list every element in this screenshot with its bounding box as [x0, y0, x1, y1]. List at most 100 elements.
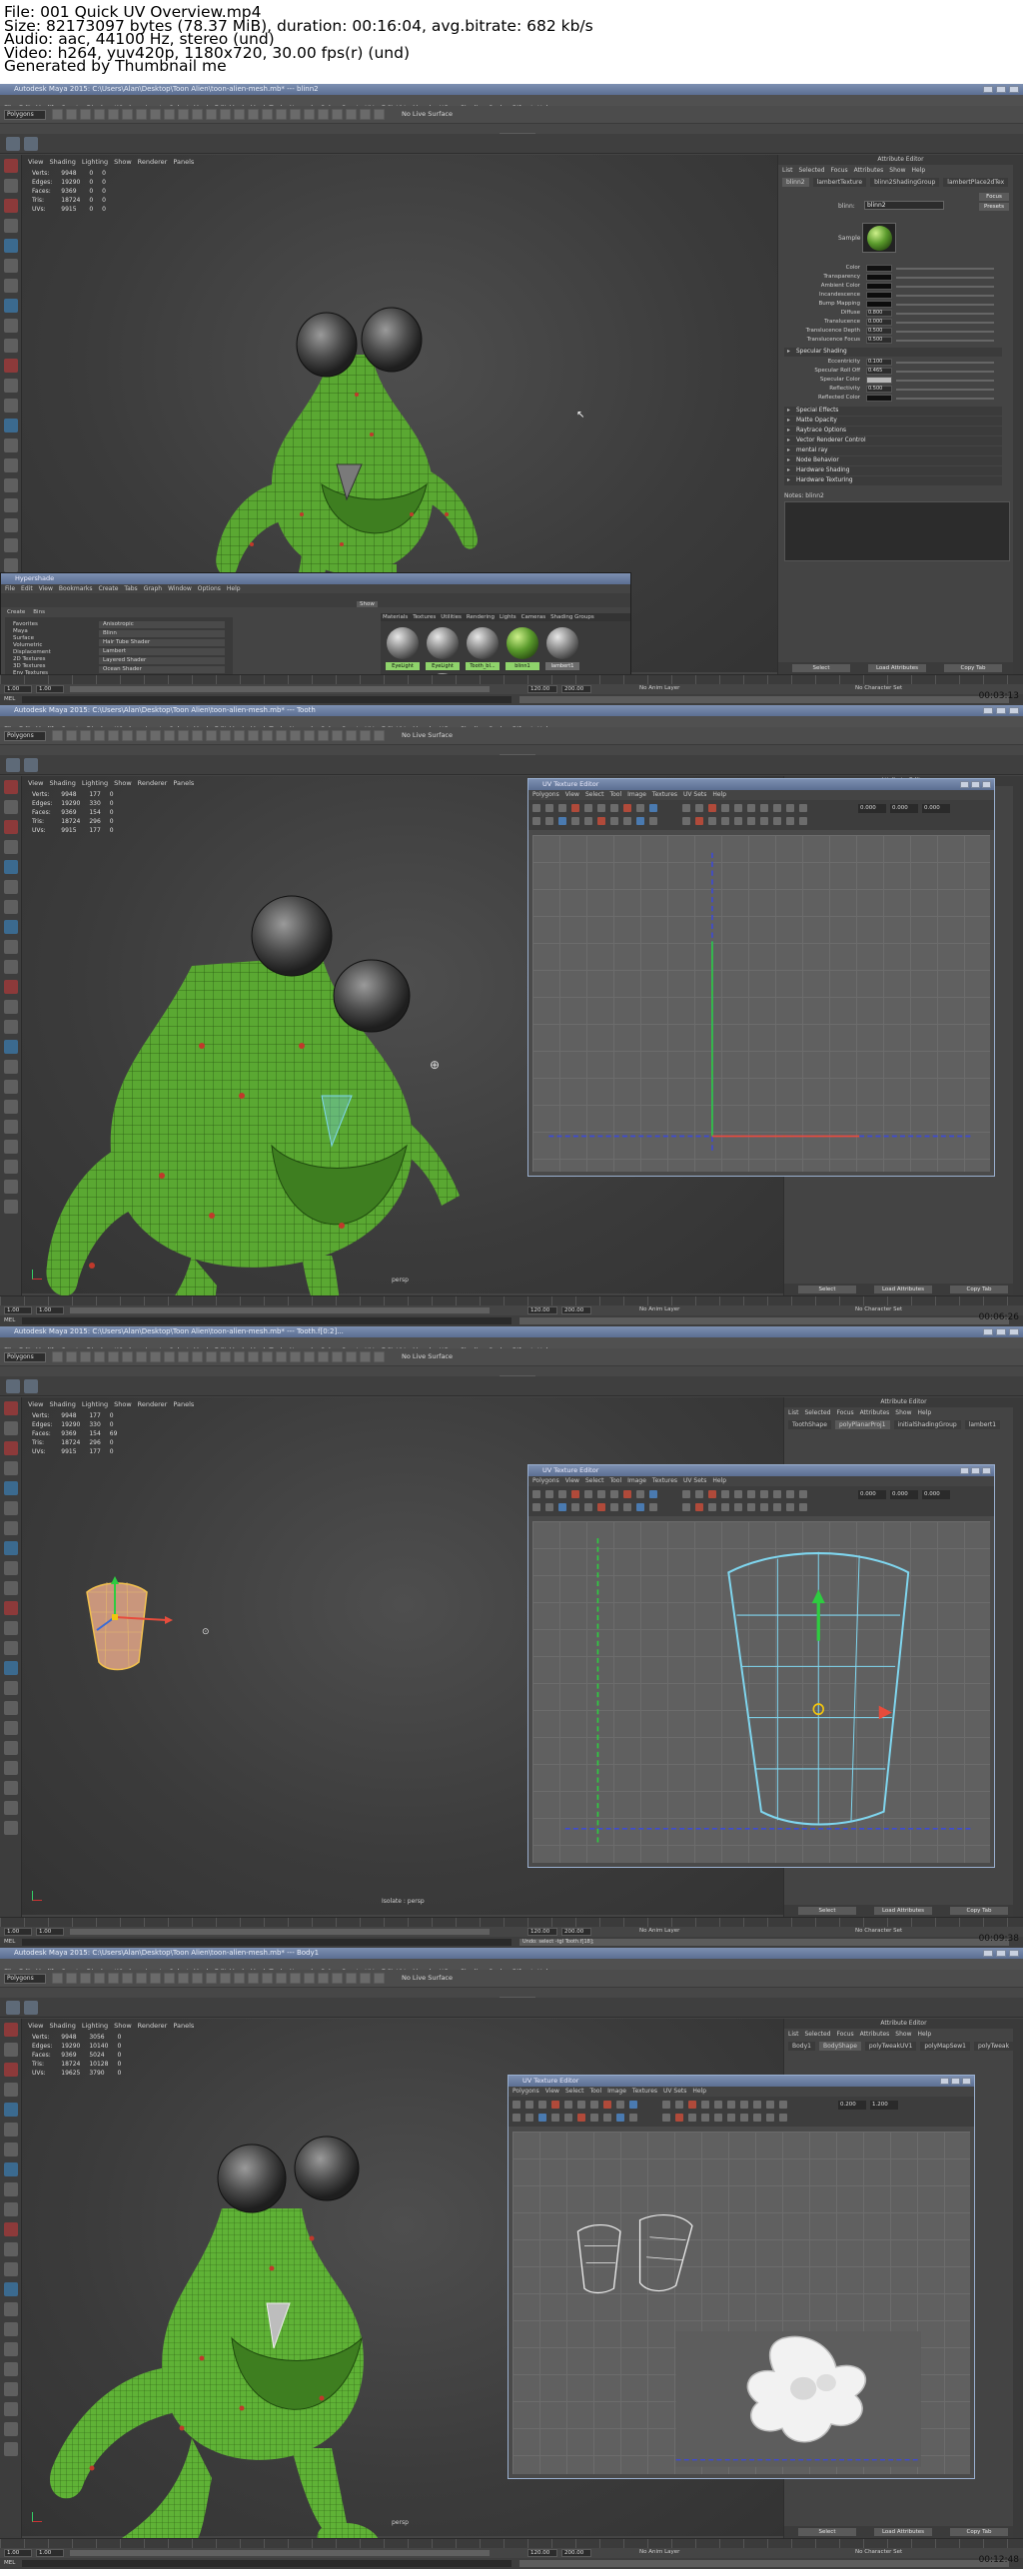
attr-btn-load-attributes[interactable]: Load Attributes	[874, 2528, 932, 2536]
tool-button[interactable]	[4, 1801, 18, 1815]
uv-tool-icon[interactable]	[688, 2101, 696, 2109]
tool-icon[interactable]	[374, 730, 385, 741]
attr-tab[interactable]: polyTweakUV1	[864, 2042, 917, 2051]
uv-tool-icon[interactable]	[603, 2101, 611, 2109]
char-set-label[interactable]: No Character Set	[855, 685, 902, 691]
range-start-field[interactable]: 1.00	[4, 1306, 32, 1314]
uv-menu-view[interactable]: View	[565, 791, 579, 798]
hs-material-tab[interactable]: Shading Groups	[550, 614, 594, 620]
tool-icon[interactable]	[234, 730, 245, 741]
hs-menu[interactable]: Edit	[21, 585, 33, 592]
tool-icon[interactable]	[192, 730, 203, 741]
uv-value-field[interactable]: 0.000	[890, 804, 918, 813]
uv-menu-help[interactable]: Help	[712, 791, 726, 798]
attr-value[interactable]	[866, 301, 892, 308]
tool-icon[interactable]	[108, 1973, 119, 1984]
close-button[interactable]	[1009, 1950, 1019, 1957]
tool-button[interactable]	[4, 2202, 18, 2216]
viewport-menu-shading[interactable]: Shading	[49, 2022, 75, 2030]
uv-tool-icon[interactable]	[571, 804, 579, 812]
tool-button[interactable]	[4, 179, 18, 193]
uv-menu-polygons[interactable]: Polygons	[512, 2088, 539, 2095]
tool-icon[interactable]	[52, 730, 63, 741]
hs-material-tab[interactable]: Rendering	[467, 614, 495, 620]
attr-value[interactable]: 0.500	[866, 328, 892, 335]
attr-section[interactable]: Node Behavior	[784, 456, 1002, 465]
attr-menu-attributes[interactable]: Attributes	[860, 1409, 890, 1416]
uv-menu-textures[interactable]: Textures	[632, 2088, 657, 2095]
tool-icon[interactable]	[220, 1351, 231, 1362]
tool-button[interactable]	[4, 840, 18, 854]
uv-tool-icon[interactable]	[688, 2114, 696, 2122]
uv-menu-help[interactable]: Help	[692, 2088, 706, 2095]
shelf-icon[interactable]	[6, 137, 20, 151]
uv-tool-icon[interactable]	[727, 2114, 735, 2122]
tool-icon[interactable]	[318, 109, 329, 120]
attr-slider[interactable]	[896, 295, 994, 297]
uv-tool-icon[interactable]	[558, 1503, 566, 1511]
uv-tool-icon[interactable]	[779, 2114, 787, 2122]
tool-button[interactable]	[4, 1140, 18, 1154]
tool-icon[interactable]	[262, 1973, 273, 1984]
uv-tool-icon[interactable]	[551, 2101, 559, 2109]
tool-icon[interactable]	[290, 109, 301, 120]
range-bar[interactable]	[70, 1929, 490, 1935]
uv-tool-icon[interactable]	[538, 2101, 546, 2109]
tool-icon[interactable]	[192, 109, 203, 120]
uv-value-field[interactable]: 0.200	[838, 2101, 866, 2110]
tool-button[interactable]	[4, 1601, 18, 1615]
tool-icon[interactable]	[374, 109, 385, 120]
alien-model[interactable]	[42, 2109, 442, 2569]
tool-icon[interactable]	[360, 1973, 371, 1984]
close-button[interactable]	[1009, 1328, 1019, 1335]
range-bar[interactable]	[70, 2550, 490, 2556]
uv-menu-textures[interactable]: Textures	[652, 1477, 677, 1484]
tool-icon[interactable]	[332, 730, 343, 741]
tool-icon[interactable]	[150, 1973, 161, 1984]
uv-tool-icon[interactable]	[597, 1490, 605, 1498]
uv-grid[interactable]	[512, 2132, 970, 2474]
tool-button[interactable]	[4, 478, 18, 492]
tool-icon[interactable]	[192, 1973, 203, 1984]
hs-material-tab[interactable]: Lights	[500, 614, 516, 620]
tool-button[interactable]	[4, 960, 18, 974]
hs-tree-item[interactable]: Maya	[9, 628, 85, 635]
tool-icon[interactable]	[178, 109, 189, 120]
tool-button[interactable]	[4, 1421, 18, 1435]
hs-menu[interactable]: Help	[227, 585, 241, 592]
hs-tree-item[interactable]: 2D Textures	[9, 656, 85, 663]
attr-slider[interactable]	[896, 340, 994, 342]
range-end2-field[interactable]: 200.00	[561, 1306, 591, 1314]
tool-icon[interactable]	[178, 730, 189, 741]
attr-slider[interactable]	[896, 277, 994, 279]
attr-value[interactable]	[866, 283, 892, 290]
uv-menu-textures[interactable]: Textures	[652, 791, 677, 798]
uv-tool-icon[interactable]	[727, 2101, 735, 2109]
uv-tool-icon[interactable]	[734, 804, 742, 812]
tool-icon[interactable]	[220, 730, 231, 741]
tool-icon[interactable]	[360, 109, 371, 120]
attr-menu-list[interactable]: List	[788, 1409, 799, 1416]
tool-button[interactable]	[4, 2182, 18, 2196]
attr-tab[interactable]: lambertPlace2dTex	[943, 178, 1009, 187]
uv-tool-icon[interactable]	[603, 2114, 611, 2122]
notes-field[interactable]	[784, 501, 1010, 561]
uv-tool-icon[interactable]	[577, 2101, 585, 2109]
hs-tree-item[interactable]: 3D Textures	[9, 663, 85, 670]
tool-icon[interactable]	[248, 1973, 259, 1984]
tool-button[interactable]	[4, 1080, 18, 1094]
uv-tool-icon[interactable]	[773, 817, 781, 825]
tool-icon[interactable]	[80, 1973, 91, 1984]
hs-menu[interactable]: View	[39, 585, 53, 592]
attr-tab[interactable]: ToothShape	[788, 1420, 831, 1429]
uv-tool-icon[interactable]	[773, 804, 781, 812]
tool-icon[interactable]	[290, 1973, 301, 1984]
viewport-menu-show[interactable]: Show	[114, 2022, 132, 2030]
tool-icon[interactable]	[234, 1973, 245, 1984]
uv-tool-icon[interactable]	[590, 2101, 598, 2109]
tool-icon[interactable]	[80, 109, 91, 120]
attr-slider[interactable]	[896, 286, 994, 288]
close-button[interactable]	[982, 781, 991, 788]
uv-tool-icon[interactable]	[721, 1503, 729, 1511]
tool-button[interactable]	[4, 2043, 18, 2057]
